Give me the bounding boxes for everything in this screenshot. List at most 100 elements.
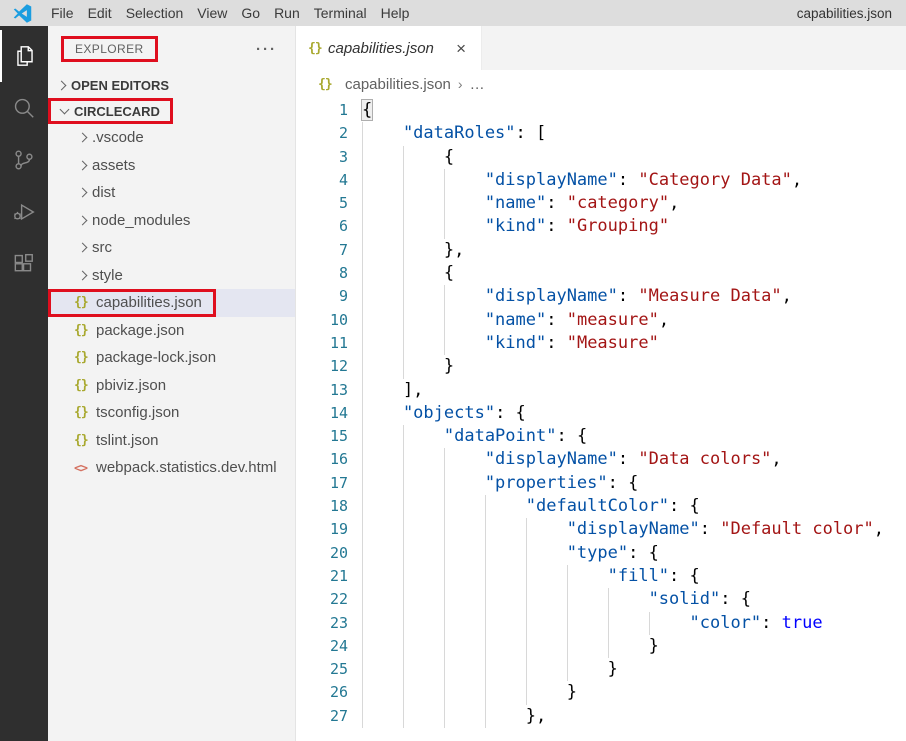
- indent-guide: [526, 635, 567, 658]
- code-line-13[interactable]: 13],: [296, 379, 906, 402]
- line-number: 26: [296, 681, 348, 704]
- chevron-down-icon: [56, 103, 74, 119]
- code-line-8[interactable]: 8{: [296, 262, 906, 285]
- code-text: "dataPoint": {: [362, 425, 587, 448]
- extensions-icon[interactable]: [0, 238, 48, 290]
- source-control-icon[interactable]: [0, 134, 48, 186]
- section-open-editors[interactable]: OPEN EDITORS: [48, 72, 295, 98]
- folder-dist[interactable]: dist: [48, 179, 295, 207]
- indent-guide: [362, 402, 403, 425]
- indent-guide: [362, 588, 403, 611]
- file-package.json[interactable]: {} package.json: [48, 317, 295, 345]
- code-text: "dataRoles": [: [362, 122, 546, 145]
- code-line-6[interactable]: 6"kind": "Grouping": [296, 215, 906, 238]
- file-webpack.statistics.dev.html[interactable]: <> webpack.statistics.dev.html: [48, 454, 295, 482]
- indent-guide: [362, 495, 403, 518]
- menu-go[interactable]: Go: [234, 5, 267, 21]
- code-line-9[interactable]: 9"displayName": "Measure Data",: [296, 285, 906, 308]
- code-line-11[interactable]: 11"kind": "Measure": [296, 332, 906, 355]
- indent-guide: [403, 518, 444, 541]
- code-line-2[interactable]: 2"dataRoles": [: [296, 122, 906, 145]
- code-line-24[interactable]: 24}: [296, 635, 906, 658]
- indent-guide: [608, 635, 649, 658]
- line-number: 25: [296, 658, 348, 681]
- folder-style[interactable]: style: [48, 262, 295, 290]
- menu-help[interactable]: Help: [374, 5, 417, 21]
- more-actions-button[interactable]: ···: [256, 41, 277, 58]
- tab-capabilities-json[interactable]: {} capabilities.json ×: [296, 26, 482, 70]
- indent-guide: [526, 518, 567, 541]
- indent-guide: [403, 215, 444, 238]
- code-line-21[interactable]: 21"fill": {: [296, 565, 906, 588]
- line-number: 23: [296, 612, 348, 635]
- file-capabilities.json[interactable]: {} capabilities.json: [48, 289, 295, 317]
- code-line-15[interactable]: 15"dataPoint": {: [296, 425, 906, 448]
- breadcrumb-file[interactable]: capabilities.json: [345, 76, 451, 93]
- file-tsconfig.json[interactable]: {} tsconfig.json: [48, 399, 295, 427]
- code-line-27[interactable]: 27},: [296, 705, 906, 728]
- indent-guide: [444, 612, 485, 635]
- vscode-logo-icon[interactable]: [0, 4, 44, 23]
- code-line-19[interactable]: 19"displayName": "Default color",: [296, 518, 906, 541]
- section-circlecard[interactable]: CIRCLECARD: [48, 98, 295, 124]
- menu-terminal[interactable]: Terminal: [307, 5, 374, 21]
- file-pbiviz.json[interactable]: {} pbiviz.json: [48, 372, 295, 400]
- indent-guide: [403, 542, 444, 565]
- line-number: 10: [296, 309, 348, 332]
- indent-guide: [444, 635, 485, 658]
- code-line-14[interactable]: 14"objects": {: [296, 402, 906, 425]
- code-text: "name": "category",: [362, 192, 679, 215]
- indent-guide: [403, 448, 444, 471]
- menu-view[interactable]: View: [190, 5, 234, 21]
- sidebar-header: EXPLORER ···: [48, 26, 295, 72]
- folder-.vscode[interactable]: .vscode: [48, 124, 295, 152]
- menu-file[interactable]: File: [44, 5, 81, 21]
- folder-assets[interactable]: assets: [48, 152, 295, 180]
- code-line-4[interactable]: 4"displayName": "Category Data",: [296, 169, 906, 192]
- code-text: "color": true: [362, 612, 823, 635]
- breadcrumb-tail[interactable]: …: [470, 76, 485, 93]
- close-tab-icon[interactable]: ×: [453, 39, 469, 58]
- code-text: "defaultColor": {: [362, 495, 700, 518]
- code-line-17[interactable]: 17"properties": {: [296, 472, 906, 495]
- folder-node_modules[interactable]: node_modules: [48, 207, 295, 235]
- code-line-25[interactable]: 25}: [296, 658, 906, 681]
- code-line-3[interactable]: 3{: [296, 146, 906, 169]
- menu-run[interactable]: Run: [267, 5, 307, 21]
- indent-guide: [526, 588, 567, 611]
- menu-edit[interactable]: Edit: [81, 5, 119, 21]
- json-file-icon: {}: [74, 295, 96, 310]
- code-text: "fill": {: [362, 565, 700, 588]
- folder-src[interactable]: src: [48, 234, 295, 262]
- indent-guide: [444, 658, 485, 681]
- file-package-lock.json[interactable]: {} package-lock.json: [48, 344, 295, 372]
- file-name: package.json: [96, 322, 184, 339]
- explorer-title-annotated: EXPLORER: [61, 36, 158, 62]
- code-line-22[interactable]: 22"solid": {: [296, 588, 906, 611]
- indent-guide: [444, 681, 485, 704]
- code-line-18[interactable]: 18"defaultColor": {: [296, 495, 906, 518]
- indent-guide: [362, 448, 403, 471]
- menu-selection[interactable]: Selection: [119, 5, 191, 21]
- code-line-7[interactable]: 7},: [296, 239, 906, 262]
- code-text: },: [362, 239, 464, 262]
- file-tslint.json[interactable]: {} tslint.json: [48, 427, 295, 455]
- code-text: }: [362, 658, 618, 681]
- code-line-5[interactable]: 5"name": "category",: [296, 192, 906, 215]
- code-line-26[interactable]: 26}: [296, 681, 906, 704]
- code-text: "displayName": "Default color",: [362, 518, 884, 541]
- run-and-debug-icon[interactable]: [0, 186, 48, 238]
- code-line-1[interactable]: 1{: [296, 99, 906, 122]
- code-line-10[interactable]: 10"name": "measure",: [296, 309, 906, 332]
- indent-guide: [567, 635, 608, 658]
- code-editor[interactable]: 1{2"dataRoles": [3{4"displayName": "Cate…: [296, 98, 906, 741]
- code-line-20[interactable]: 20"type": {: [296, 542, 906, 565]
- line-number: 14: [296, 402, 348, 425]
- indent-guide: [444, 215, 485, 238]
- code-line-16[interactable]: 16"displayName": "Data colors",: [296, 448, 906, 471]
- explorer-icon[interactable]: [0, 30, 48, 82]
- code-line-23[interactable]: 23 "color": true: [296, 612, 906, 635]
- code-line-12[interactable]: 12}: [296, 355, 906, 378]
- indent-guide: [403, 332, 444, 355]
- search-icon[interactable]: [0, 82, 48, 134]
